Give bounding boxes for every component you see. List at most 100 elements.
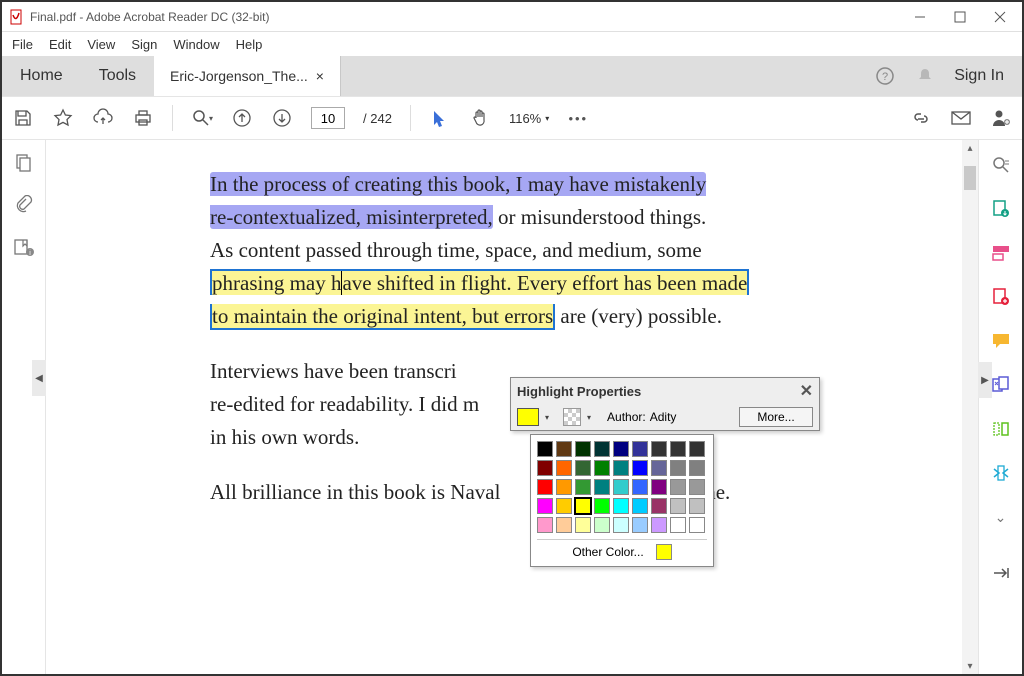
tab-tools[interactable]: Tools [81, 56, 154, 96]
right-panel-toggle[interactable]: ▶ [978, 362, 992, 398]
chevron-down-icon[interactable]: ▾ [543, 413, 551, 422]
color-swatch[interactable] [556, 479, 572, 495]
color-swatch[interactable] [575, 460, 591, 476]
highlighted-text[interactable]: In the process of creating this book, I … [210, 172, 706, 196]
color-swatch[interactable] [689, 517, 705, 533]
color-swatch[interactable] [651, 441, 667, 457]
page-number-input[interactable] [311, 107, 345, 129]
print-icon[interactable] [132, 107, 154, 129]
other-color-button[interactable]: Other Color... [572, 545, 643, 559]
star-icon[interactable] [52, 107, 74, 129]
attachments-icon[interactable] [13, 194, 35, 216]
chevron-down-icon[interactable]: ⌄ [990, 506, 1012, 528]
scrollbar-thumb[interactable] [964, 166, 976, 190]
popup-close-icon[interactable]: ✕ [800, 381, 813, 401]
page-down-icon[interactable] [271, 107, 293, 129]
more-tools-icon[interactable]: ••• [567, 107, 589, 129]
search-icon[interactable]: ▾ [191, 107, 213, 129]
close-button[interactable] [990, 7, 1010, 27]
color-swatch[interactable] [537, 498, 553, 514]
color-swatch[interactable] [613, 498, 629, 514]
menu-edit[interactable]: Edit [49, 37, 71, 52]
color-swatch[interactable] [670, 498, 686, 514]
menu-view[interactable]: View [87, 37, 115, 52]
save-icon[interactable] [12, 107, 34, 129]
page-up-icon[interactable] [231, 107, 253, 129]
edit-pdf-icon[interactable] [990, 242, 1012, 264]
highlighted-text-selected[interactable]: to maintain the original intent, but err… [210, 304, 555, 330]
tab-document[interactable]: Eric-Jorgenson_The... × [154, 56, 341, 96]
combine-files-icon[interactable] [990, 374, 1012, 396]
color-swatch[interactable] [575, 479, 591, 495]
help-icon[interactable]: ? [874, 65, 896, 87]
color-swatch[interactable] [632, 517, 648, 533]
menu-window[interactable]: Window [173, 37, 219, 52]
color-swatch[interactable] [651, 479, 667, 495]
color-swatch[interactable] [670, 441, 686, 457]
signin-button[interactable]: Sign In [954, 67, 1004, 85]
color-swatch[interactable] [594, 517, 610, 533]
color-swatch[interactable] [537, 479, 553, 495]
create-pdf-icon[interactable] [990, 286, 1012, 308]
highlighted-text-selected[interactable]: phrasing may have shifted in flight. Eve… [210, 269, 749, 295]
color-swatch[interactable] [537, 441, 553, 457]
color-swatch[interactable] [575, 441, 591, 457]
color-picker-panel[interactable]: Other Color... [530, 434, 714, 567]
scroll-up-icon[interactable]: ▴ [962, 140, 978, 156]
color-swatch[interactable] [556, 517, 572, 533]
color-swatch[interactable] [613, 479, 629, 495]
bookmarks-icon[interactable]: i [13, 236, 35, 258]
share-link-icon[interactable] [910, 107, 932, 129]
export-pdf-icon[interactable] [990, 198, 1012, 220]
color-swatch[interactable] [670, 479, 686, 495]
opacity-button[interactable] [563, 408, 581, 426]
color-swatch[interactable] [537, 517, 553, 533]
color-swatch[interactable] [594, 441, 610, 457]
color-swatch[interactable] [651, 517, 667, 533]
color-swatch[interactable] [537, 460, 553, 476]
color-swatch[interactable] [651, 460, 667, 476]
search-tool-icon[interactable] [990, 154, 1012, 176]
left-panel-toggle[interactable]: ◀ [32, 360, 46, 396]
color-swatch[interactable] [632, 498, 648, 514]
color-swatch[interactable] [556, 460, 572, 476]
color-swatch[interactable] [670, 517, 686, 533]
vertical-scrollbar[interactable]: ▴ ▾ [962, 140, 978, 674]
color-picker-button[interactable] [517, 408, 539, 426]
scroll-down-icon[interactable]: ▾ [962, 658, 978, 674]
cloud-upload-icon[interactable] [92, 107, 114, 129]
organize-icon[interactable] [990, 418, 1012, 440]
add-person-icon[interactable] [990, 107, 1012, 129]
color-swatch[interactable] [689, 479, 705, 495]
color-swatch[interactable] [613, 460, 629, 476]
menu-file[interactable]: File [12, 37, 33, 52]
maximize-button[interactable] [950, 7, 970, 27]
color-swatch[interactable] [575, 517, 591, 533]
color-swatch[interactable] [575, 498, 591, 514]
color-swatch[interactable] [594, 498, 610, 514]
color-swatch[interactable] [613, 517, 629, 533]
more-button[interactable]: More... [739, 407, 813, 427]
highlight-properties-popup[interactable]: Highlight Properties ✕ ▾ ▾ Author: Adity… [510, 377, 820, 431]
color-swatch[interactable] [556, 441, 572, 457]
chevron-down-icon[interactable]: ▾ [585, 413, 593, 422]
color-swatch[interactable] [651, 498, 667, 514]
minimize-button[interactable] [910, 7, 930, 27]
email-icon[interactable] [950, 107, 972, 129]
color-swatch[interactable] [632, 441, 648, 457]
color-swatch[interactable] [556, 498, 572, 514]
highlighted-text[interactable]: re-contextualized, misinterpreted, [210, 205, 493, 229]
tab-home[interactable]: Home [2, 56, 81, 96]
tab-close-icon[interactable]: × [316, 68, 324, 84]
collapse-right-icon[interactable] [990, 562, 1012, 584]
hand-tool-icon[interactable] [469, 107, 491, 129]
selection-tool-icon[interactable] [429, 107, 451, 129]
color-swatch[interactable] [613, 441, 629, 457]
color-swatch[interactable] [670, 460, 686, 476]
color-swatch[interactable] [594, 460, 610, 476]
menu-help[interactable]: Help [236, 37, 263, 52]
color-swatch[interactable] [594, 479, 610, 495]
color-swatch[interactable] [632, 460, 648, 476]
color-swatch[interactable] [689, 441, 705, 457]
compress-icon[interactable] [990, 462, 1012, 484]
